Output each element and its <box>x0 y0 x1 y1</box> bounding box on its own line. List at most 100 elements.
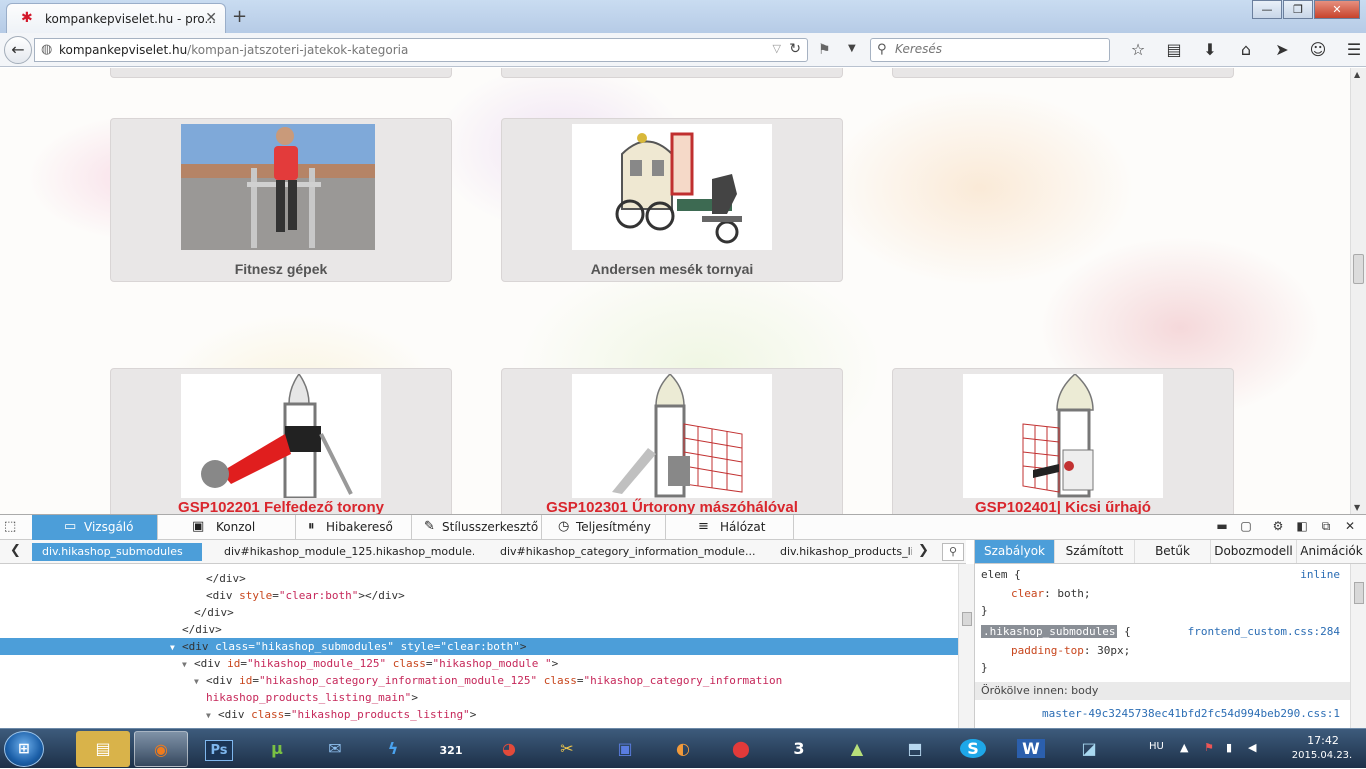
rules-scrollbar[interactable] <box>1350 564 1366 728</box>
collapse-triangle-icon[interactable]: ▼ <box>194 673 206 690</box>
taskbar-app-speed[interactable]: ϟ <box>366 731 420 767</box>
bookmark-star-icon[interactable]: ☆ <box>1120 40 1156 59</box>
browser-tab[interactable]: ✱ kompankepviselet.hu - pro... ✕ <box>6 3 226 33</box>
collapse-triangle-icon[interactable]: ▼ <box>206 707 218 724</box>
minimize-button[interactable]: — <box>1252 0 1282 19</box>
addon-icon[interactable]: ⚑ <box>818 42 831 58</box>
taskbar-app-utorrent[interactable]: µ <box>250 731 304 767</box>
taskbar-app-three[interactable]: 3 <box>772 731 826 767</box>
tab-animations[interactable]: Animációk <box>1297 540 1366 563</box>
language-indicator[interactable]: HU <box>1149 741 1164 752</box>
maximize-button[interactable]: ❐ <box>1283 0 1313 19</box>
collapse-triangle-icon[interactable]: ▼ <box>182 656 194 673</box>
breadcrumb-item[interactable]: div.hikashop_submodules <box>32 543 202 561</box>
breadcrumb-right-arrow-icon[interactable]: ❯ <box>918 543 929 558</box>
taskbar-app-thunderbird[interactable]: ✉ <box>308 731 362 767</box>
share-icon[interactable]: ➤ <box>1264 40 1300 59</box>
scrollbar-thumb[interactable] <box>1353 254 1364 284</box>
network-status-icon[interactable]: ⚑ <box>1204 741 1214 754</box>
markup-search-icon[interactable]: ⚲ <box>942 543 964 561</box>
tab-fonts[interactable]: Betűk <box>1135 540 1211 563</box>
taskbar-app-drive[interactable]: ▣ <box>598 731 652 767</box>
split-console-icon[interactable]: ▬ <box>1210 519 1234 534</box>
product-card-gsp102201[interactable]: GSP102201 Felfedező torony <box>110 368 452 514</box>
page-scrollbar[interactable]: ▲ ▼ <box>1350 68 1366 514</box>
collapse-triangle-icon[interactable]: ▼ <box>170 639 182 656</box>
rule-declaration[interactable]: clear: both; <box>1011 585 1091 602</box>
power-icon[interactable]: ▮ <box>1226 741 1232 754</box>
taskbar-app-321[interactable]: 321 <box>424 731 478 767</box>
taskbar-app-record[interactable]: ⬤ <box>714 731 768 767</box>
product-card-gsp102301[interactable]: GSP102301 Űrtorony mászóhálóval <box>501 368 843 514</box>
taskbar-app-tool[interactable]: ✂ <box>540 731 594 767</box>
close-devtools-icon[interactable]: ✕ <box>1338 519 1362 534</box>
undock-window-icon[interactable]: ⧉ <box>1314 519 1338 534</box>
category-card-andersen[interactable]: Andersen mesék tornyai <box>501 118 843 282</box>
taskbar-app-media[interactable]: ◐ <box>656 731 710 767</box>
scroll-up-icon[interactable]: ▲ <box>1354 70 1360 79</box>
smiley-icon[interactable]: ☺ <box>1300 40 1336 59</box>
taskbar-app-firefox[interactable]: ◉ <box>134 731 188 767</box>
volume-icon[interactable]: ◀ <box>1248 741 1256 754</box>
menu-icon[interactable]: ☰ <box>1336 40 1366 59</box>
close-window-button[interactable]: ✕ <box>1314 0 1360 19</box>
clock-date[interactable]: 2015.04.23. <box>1284 750 1360 761</box>
breadcrumb-left-arrow-icon[interactable]: ❮ <box>10 543 21 558</box>
home-icon[interactable]: ⌂ <box>1228 40 1264 59</box>
markup-line[interactable]: </div> <box>0 621 958 638</box>
markup-view[interactable]: </div> <div style="clear:both"></div> </… <box>0 564 958 728</box>
markup-line[interactable]: hikashop_products_listing_main"> <box>0 689 958 706</box>
andersen-image[interactable] <box>572 124 772 250</box>
settings-gear-icon[interactable]: ⚙ <box>1266 519 1290 534</box>
gsp102201-image[interactable] <box>181 374 381 498</box>
taskbar-app-photoshop[interactable]: Ps <box>192 731 246 767</box>
tab-computed[interactable]: Számított <box>1055 540 1135 563</box>
tab-debugger[interactable]: ⏸ Hibakereső <box>296 515 412 540</box>
rule-selector[interactable]: elem { <box>981 566 1021 583</box>
tab-rules[interactable]: Szabályok <box>975 540 1055 563</box>
product-title[interactable]: GSP102301 Űrtorony mászóhálóval <box>502 499 842 514</box>
start-button[interactable]: ⊞ <box>4 731 44 767</box>
markup-line[interactable]: </div> <box>0 604 958 621</box>
element-picker-icon[interactable]: ⬚ <box>4 519 16 534</box>
url-text[interactable]: kompankepviselet.hu/kompan-jatszoteri-ja… <box>59 43 408 57</box>
markup-line[interactable]: <div style="clear:both"></div> <box>0 587 958 604</box>
new-tab-button[interactable]: + <box>232 6 247 27</box>
markup-line-selected[interactable]: ▼ <div class="hikashop_submodules" style=… <box>0 638 958 655</box>
addon-dropdown-icon[interactable]: ▼ <box>848 43 856 54</box>
breadcrumb-item[interactable]: div.hikashop_products_lis <box>770 543 912 561</box>
search-input[interactable] <box>895 42 1095 56</box>
taskbar-app-skype[interactable]: S <box>946 731 1000 767</box>
markup-line[interactable]: ▼ <div id="hikashop_module_125" class="hi… <box>0 655 958 672</box>
tab-network[interactable]: ≡ Hálózat <box>666 515 794 540</box>
rule-selector[interactable]: .hikashop_submodules { <box>981 623 1131 640</box>
taskbar-app-explorer[interactable]: ▤ <box>76 731 130 767</box>
markup-scrollbar[interactable] <box>958 564 974 728</box>
tab-console[interactable]: ▣ Konzol <box>158 515 296 540</box>
category-card-fitness[interactable]: Fitnesz gépek <box>110 118 452 282</box>
rule-source-link[interactable]: frontend_custom.css:284 <box>1188 623 1340 640</box>
taskbar-app-chrome[interactable]: ◕ <box>482 731 536 767</box>
rules-view[interactable]: elem { inline clear: both; } .hikashop_s… <box>974 564 1350 728</box>
taskbar-app-chart[interactable]: ▲ <box>830 731 884 767</box>
url-dropdown-icon[interactable]: ▽ <box>773 42 781 55</box>
taskbar-app-scanner[interactable]: ⬒ <box>888 731 942 767</box>
search-box[interactable]: ⚲ <box>870 38 1110 62</box>
markup-line[interactable]: ▼ <div id="hikashop_category_information_… <box>0 672 958 689</box>
clock-time[interactable]: 17:42 <box>1292 734 1354 747</box>
fitness-image[interactable] <box>181 124 375 250</box>
back-button[interactable]: ← <box>4 36 32 64</box>
taskbar-app-word[interactable]: W <box>1004 731 1058 767</box>
product-title[interactable]: GSP102401| Kicsi űrhajó <box>893 499 1233 514</box>
gsp102301-image[interactable] <box>572 374 772 498</box>
reload-icon[interactable]: ↻ <box>789 41 801 57</box>
bookmarks-list-icon[interactable]: ▤ <box>1156 40 1192 59</box>
taskbar-app-notes[interactable]: ◪ <box>1062 731 1116 767</box>
tab-close-icon[interactable]: ✕ <box>205 10 217 26</box>
tab-performance[interactable]: ◷ Teljesítmény <box>542 515 666 540</box>
rule-source-link[interactable]: master-49c3245738ec41bfd2fc54d994beb290.… <box>1042 705 1340 722</box>
dock-side-icon[interactable]: ◧ <box>1290 519 1314 534</box>
breadcrumb-item[interactable]: div#hikashop_module_125.hikashop_module. <box>214 543 474 561</box>
tab-style-editor[interactable]: ✎ Stílusszerkesztő <box>412 515 542 540</box>
breadcrumb-item[interactable]: div#hikashop_category_information_module… <box>490 543 760 561</box>
